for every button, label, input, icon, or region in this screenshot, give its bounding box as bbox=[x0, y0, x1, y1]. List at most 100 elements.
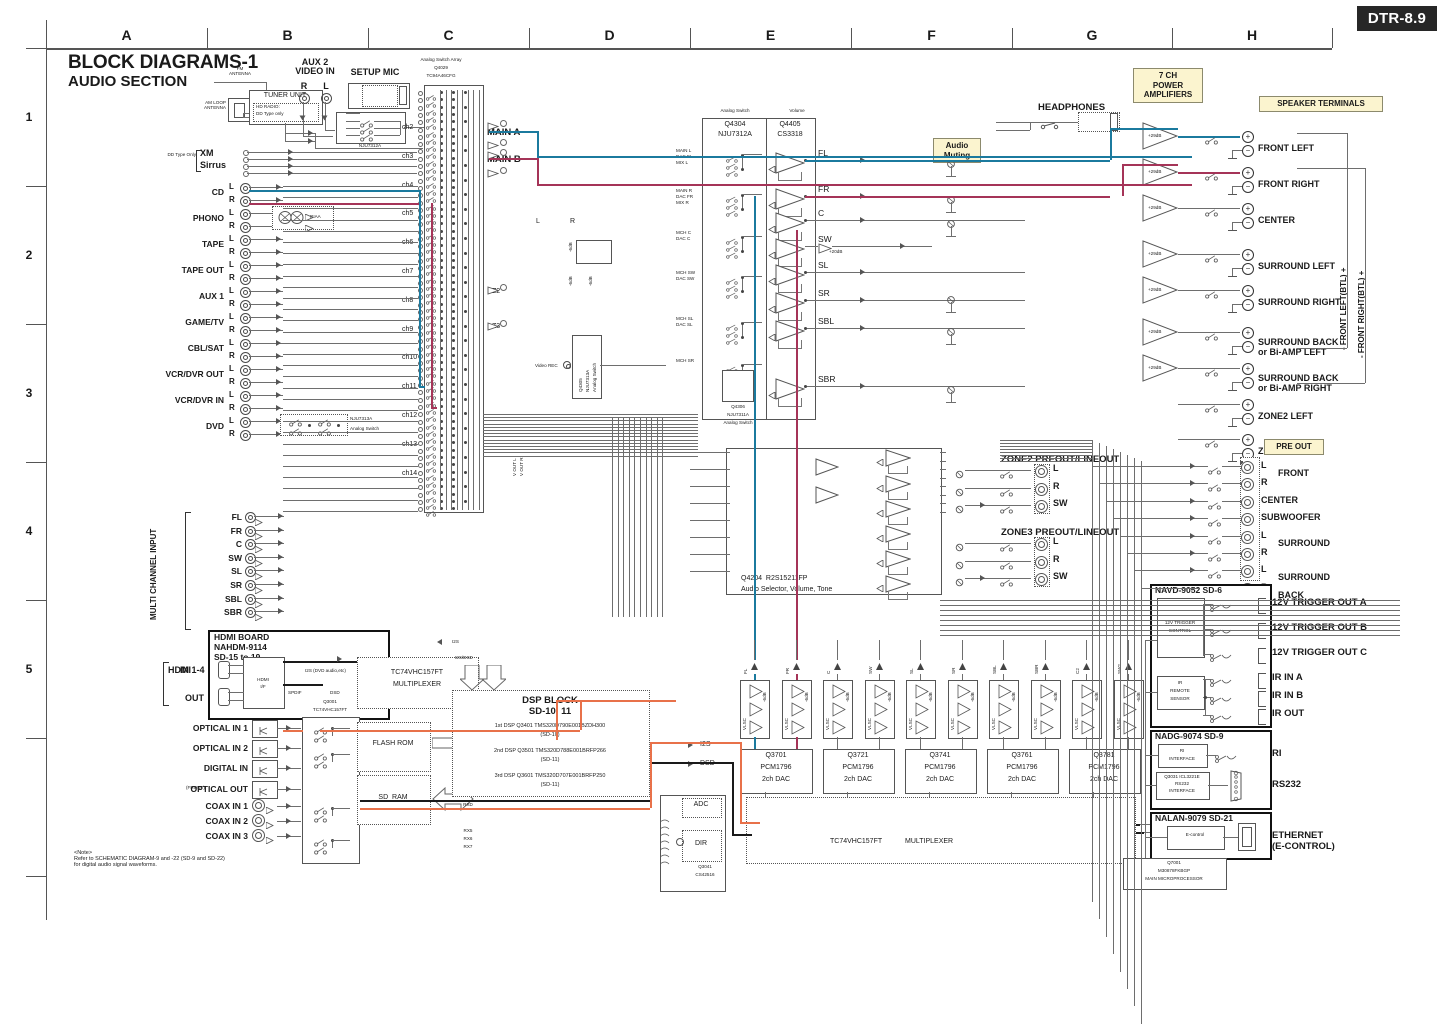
volume-out-c: C bbox=[818, 209, 824, 218]
mch-label-sw: SW bbox=[190, 554, 242, 563]
micro-part: M30878FKBGP bbox=[1123, 868, 1225, 873]
column-header-D: D bbox=[529, 27, 690, 43]
note-block: <Note> Refer to SCHEMATIC DIAGRAM-9 and … bbox=[74, 850, 225, 868]
volume-part: CS3318 bbox=[766, 131, 814, 139]
nadg-out-ri: RI bbox=[1272, 749, 1282, 759]
spdif-label: SPDIF bbox=[288, 690, 302, 695]
nalan-title: NALAN-9079 SD-21 bbox=[1155, 814, 1233, 823]
vlsc-label: VLSC bbox=[867, 690, 872, 730]
speaker-terminal-plus: + bbox=[1242, 327, 1254, 339]
digital-in-front-note: (FRONT) bbox=[186, 785, 205, 790]
speaker-terminal-plus: + bbox=[1242, 399, 1254, 411]
mch-label-c: C bbox=[190, 540, 242, 549]
hdmi-in-label: IN 1-4 bbox=[180, 666, 205, 675]
dsp-line-4: (SD-11) bbox=[452, 757, 648, 763]
fm-antenna-label: FMANTENNA bbox=[216, 66, 264, 76]
aux2-l-jack bbox=[321, 93, 332, 104]
preout-name: SUBWOOFER bbox=[1261, 513, 1321, 522]
dir-label: DIR bbox=[682, 840, 720, 848]
dd-type-only-note: DD Type Only bbox=[140, 152, 196, 157]
digital-input-4: COAX IN 1 bbox=[150, 802, 248, 811]
channel-label-ch12: ch12 bbox=[402, 412, 417, 420]
dsp-line-2: (SD-10) bbox=[452, 732, 648, 738]
speaker-terminal-plus: + bbox=[1242, 249, 1254, 261]
note-line-2: for digital audio signal waveforms. bbox=[74, 862, 225, 868]
dac-part: PCM1796 bbox=[741, 764, 811, 772]
dac-channel-fr: FR bbox=[785, 654, 790, 674]
ir-line-2: REMOTE bbox=[1157, 688, 1203, 693]
switch-signal-label: DAC C bbox=[676, 236, 690, 241]
nadg-out-rs232: RS232 bbox=[1272, 780, 1301, 790]
multichannel-bracket bbox=[185, 512, 191, 630]
dac-channel-sl: SL bbox=[909, 654, 914, 674]
column-header-G: G bbox=[1012, 27, 1172, 43]
switch-array-ref: Q4029 bbox=[398, 65, 484, 70]
dac-desc: 2ch DAC bbox=[823, 776, 893, 784]
row-header-4: 4 bbox=[22, 524, 36, 538]
navd-out-2: 12V TRIGGER OUT C bbox=[1272, 648, 1367, 658]
input-ch-r: R bbox=[229, 222, 235, 230]
switch-signal-label: MCH SR bbox=[676, 358, 694, 363]
dsp-block-sub: SD-10, 11 bbox=[452, 707, 648, 717]
rx7-label: RX7 bbox=[448, 844, 488, 849]
mch-label-sbr: SBR bbox=[190, 608, 242, 617]
dac-desc: 2ch DAC bbox=[741, 776, 811, 784]
mch-label-fr: FR bbox=[190, 527, 242, 536]
left-mux-role: MULTIPLEXER bbox=[357, 681, 477, 689]
xm-label: XM bbox=[200, 149, 214, 158]
vlsc-label: VLSC bbox=[908, 690, 913, 730]
setup-mic-plug bbox=[399, 86, 407, 105]
vlsc-label: VLSC bbox=[825, 690, 830, 730]
sw-gain-label: +20dB bbox=[829, 249, 842, 254]
input-label-cbl-sat: CBL/SAT bbox=[140, 344, 224, 353]
rs232-line-1: Q3031 ICL3221E bbox=[1156, 774, 1208, 779]
input-ch-r: R bbox=[229, 378, 235, 386]
q4304-part: NJU7312A bbox=[702, 131, 768, 139]
channel-label-ch11: ch11 bbox=[402, 383, 417, 391]
speaker-terminal-plus: + bbox=[1242, 285, 1254, 297]
dsp-line-6: (SD-11) bbox=[452, 782, 648, 788]
ir-line-1: IR bbox=[1157, 680, 1203, 685]
speaker-terminal-plus: + bbox=[1242, 203, 1254, 215]
amp-gain-label: +29dB bbox=[1148, 365, 1161, 370]
zone3-out-l: L bbox=[1053, 537, 1059, 546]
vcr-switch-role: Analog Switch bbox=[350, 426, 379, 431]
dac-ref: Q3721 bbox=[823, 752, 893, 760]
db-mark-4: -6dB bbox=[588, 262, 593, 286]
dac-channel-sbl: SBL bbox=[992, 654, 997, 674]
bottom-mux-part: TC74VHC157FT bbox=[830, 838, 882, 846]
input-label-dvd: DVD bbox=[140, 422, 224, 431]
q4306-role: Analog Switch bbox=[702, 420, 774, 425]
dsp-line-5: 3rd DSP Q3601 TMS320D707E001BRFP250 bbox=[452, 773, 648, 779]
speaker-terminal-minus: − bbox=[1242, 341, 1254, 353]
input-label-aux-1: AUX 1 bbox=[140, 292, 224, 301]
nadg-title: NADG-9074 SD-9 bbox=[1155, 732, 1224, 741]
ri-line-1: RI bbox=[1158, 748, 1206, 753]
riaa-out-tri-2 bbox=[305, 219, 314, 237]
aux2-r-jack bbox=[299, 93, 310, 104]
switch-signal-label: MAIN L bbox=[676, 148, 691, 153]
mch-label-fl: FL bbox=[190, 513, 242, 522]
column-header-B: B bbox=[207, 27, 368, 43]
speaker-terminal-plus: + bbox=[1242, 131, 1254, 143]
ethernet-label-1: ETHERNET bbox=[1272, 831, 1323, 841]
dac-channel-c: C bbox=[826, 654, 831, 674]
center-l-label: L bbox=[536, 218, 540, 226]
i2s-top-label: I2S bbox=[452, 639, 459, 644]
column-header-H: H bbox=[1172, 27, 1332, 43]
switch-signal-label: MCH SW bbox=[676, 270, 695, 275]
dac-part: PCM1796 bbox=[905, 764, 975, 772]
hdmi-board-line-2: NAHDM-9114 bbox=[214, 643, 267, 652]
adc-label: ADC bbox=[682, 801, 720, 809]
pre-out-callout: PRE OUT bbox=[1264, 439, 1324, 455]
frame-top-rule bbox=[46, 48, 1332, 50]
tuner-unit-title: TUNER UNIT bbox=[249, 92, 321, 100]
speaker-name: ZONE2 LEFT bbox=[1258, 412, 1313, 421]
input-ch-l: L bbox=[229, 339, 234, 347]
q4305-ref: Q4305 bbox=[578, 340, 583, 392]
switch-signal-label: DAC FR bbox=[676, 194, 693, 199]
preout-channel: R bbox=[1261, 548, 1268, 557]
input-ch-l: L bbox=[229, 391, 234, 399]
speaker-terminals-callout: SPEAKER TERMINALS bbox=[1259, 96, 1383, 112]
row-header-1: 1 bbox=[22, 110, 36, 124]
